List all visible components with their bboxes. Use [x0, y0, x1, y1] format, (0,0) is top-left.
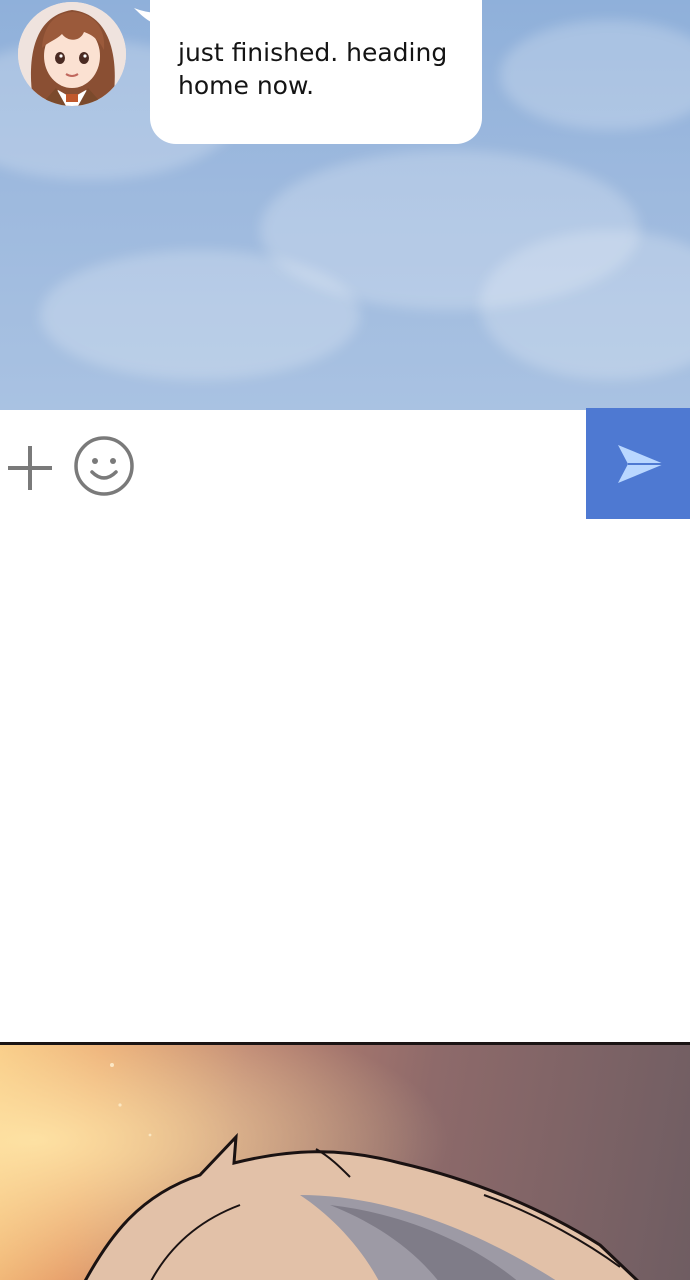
emoji-button[interactable] — [72, 434, 136, 498]
plus-icon — [8, 446, 52, 490]
blank-panel — [0, 520, 690, 1042]
chat-message-area: just finished. heading home now. — [0, 0, 690, 410]
cloud-decoration — [40, 250, 360, 380]
comic-character-hair-art — [0, 1045, 690, 1280]
cloud-decoration — [500, 20, 690, 130]
attach-button[interactable] — [4, 442, 56, 494]
sender-avatar[interactable] — [18, 2, 126, 106]
message-text: just finished. heading home now. — [178, 38, 448, 100]
message-bubble[interactable]: just finished. heading home now. — [150, 0, 482, 144]
webtoon-page: just finished. heading home now. — [0, 0, 690, 1280]
girl-avatar-icon — [18, 2, 126, 106]
comic-illustration-panel — [0, 1042, 690, 1280]
smiley-face-icon — [74, 436, 134, 496]
paper-plane-send-icon — [618, 445, 664, 483]
send-button[interactable] — [586, 408, 690, 519]
